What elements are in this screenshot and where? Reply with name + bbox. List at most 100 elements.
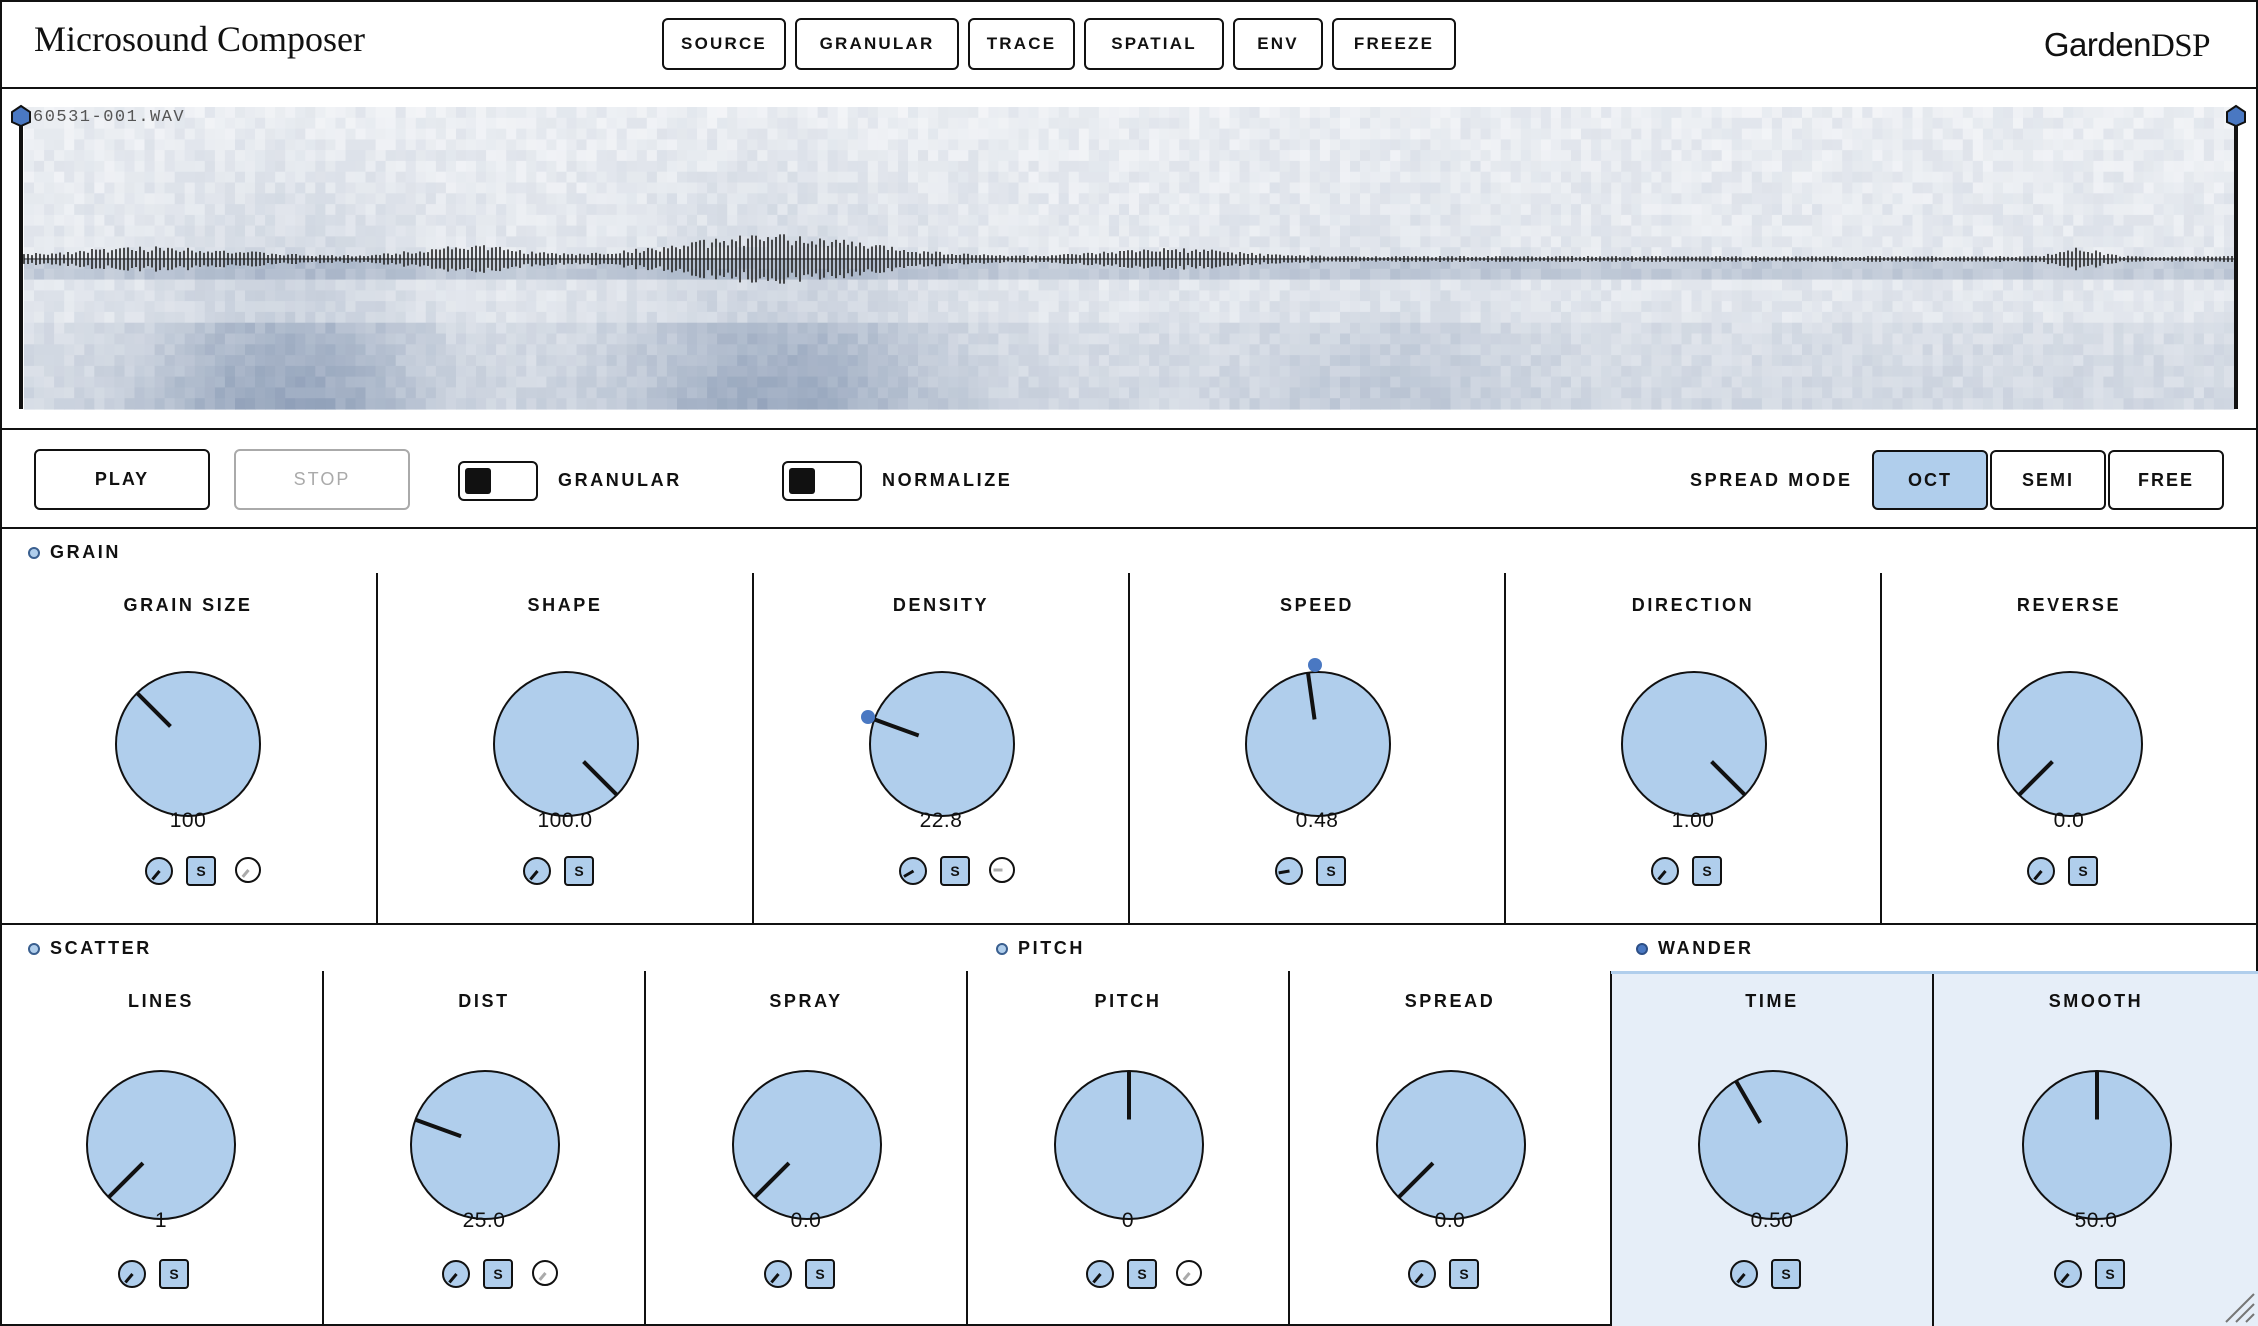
knob-pointer bbox=[874, 717, 920, 738]
solo-button[interactable]: S bbox=[159, 1259, 189, 1289]
brand-logo: GardenDSP bbox=[2043, 26, 2211, 65]
speed-knob[interactable] bbox=[1245, 671, 1391, 817]
section-title: GRAIN bbox=[50, 542, 121, 562]
spray-knob[interactable] bbox=[732, 1070, 882, 1220]
lines-knob[interactable] bbox=[86, 1070, 236, 1220]
extra-mod-knob[interactable] bbox=[989, 857, 1015, 883]
param-label: DENSITY bbox=[892, 595, 990, 615]
param-value: 100 bbox=[169, 809, 207, 832]
dist-knob[interactable] bbox=[410, 1070, 560, 1220]
shape-knob[interactable] bbox=[493, 671, 639, 817]
knob-pointer bbox=[1127, 1071, 1131, 1120]
solo-button[interactable]: S bbox=[1316, 856, 1346, 886]
shape-control: SHAPE 100.0 S bbox=[376, 573, 752, 923]
mod-amount-knob[interactable] bbox=[118, 1260, 146, 1288]
solo-button[interactable]: S bbox=[2068, 856, 2098, 886]
param-label: SMOOTH bbox=[2048, 991, 2144, 1011]
pitch-control: PITCH 0 S bbox=[966, 971, 1288, 1326]
param-value: 1 bbox=[154, 1209, 168, 1232]
waveform-display[interactable]: 60531-001.WAV bbox=[0, 89, 2258, 430]
knob-pointer bbox=[107, 1161, 145, 1199]
solo-button[interactable]: S bbox=[186, 856, 216, 886]
knob-pointer bbox=[582, 760, 618, 796]
extra-mod-knob[interactable] bbox=[1176, 1260, 1202, 1286]
reverse-knob[interactable] bbox=[1997, 671, 2143, 817]
solo-button[interactable]: S bbox=[2095, 1259, 2125, 1289]
solo-button[interactable]: S bbox=[1692, 856, 1722, 886]
knob-pointer bbox=[123, 1273, 134, 1284]
smooth-knob[interactable] bbox=[2022, 1070, 2172, 1220]
tab-source[interactable]: SOURCE bbox=[662, 18, 786, 70]
density-knob[interactable] bbox=[869, 671, 1015, 817]
solo-button[interactable]: S bbox=[1127, 1259, 1157, 1289]
solo-button[interactable]: S bbox=[940, 856, 970, 886]
grain-size-knob[interactable] bbox=[115, 671, 261, 817]
tab-spatial[interactable]: SPATIAL bbox=[1084, 18, 1224, 70]
tab-env[interactable]: ENV bbox=[1233, 18, 1323, 70]
pitch-knob[interactable] bbox=[1054, 1070, 1204, 1220]
knob-pointer bbox=[1710, 760, 1746, 796]
mod-amount-knob[interactable] bbox=[523, 857, 551, 885]
density-control: DENSITY 22.8 S bbox=[752, 573, 1128, 923]
knob-pointer bbox=[528, 870, 539, 881]
knob-pointer bbox=[902, 869, 914, 878]
grain-section-header: GRAIN bbox=[28, 542, 121, 563]
param-value: 1.00 bbox=[1671, 809, 1715, 832]
time-knob[interactable] bbox=[1698, 1070, 1848, 1220]
param-value: 22.8 bbox=[919, 809, 963, 832]
extra-mod-knob[interactable] bbox=[532, 1260, 558, 1286]
tab-trace[interactable]: TRACE bbox=[968, 18, 1075, 70]
mod-amount-knob[interactable] bbox=[1275, 857, 1303, 885]
transport-bar: PLAY STOP GRANULAR NORMALIZE SPREAD MODE… bbox=[0, 430, 2258, 529]
mod-amount-knob[interactable] bbox=[2054, 1260, 2082, 1288]
resize-grip-icon[interactable] bbox=[2222, 1290, 2256, 1324]
mod-amount-knob[interactable] bbox=[1086, 1260, 1114, 1288]
spread-mode-free[interactable]: FREE bbox=[2108, 450, 2224, 510]
normalize-toggle[interactable] bbox=[782, 461, 862, 501]
wander-highlight-line bbox=[1611, 971, 2258, 974]
mod-amount-knob[interactable] bbox=[1730, 1260, 1758, 1288]
spread-mode-semi[interactable]: SEMI bbox=[1990, 450, 2106, 510]
section-led-icon bbox=[28, 942, 40, 955]
solo-button[interactable]: S bbox=[1771, 1259, 1801, 1289]
section-title: SCATTER bbox=[50, 938, 152, 958]
tab-granular[interactable]: GRANULAR bbox=[795, 18, 959, 70]
stop-button[interactable]: STOP bbox=[234, 449, 410, 510]
param-value: 100.0 bbox=[537, 809, 593, 832]
play-button[interactable]: PLAY bbox=[34, 449, 210, 510]
extra-mod-knob[interactable] bbox=[235, 857, 261, 883]
knob-pointer bbox=[1091, 1273, 1102, 1284]
tab-freeze[interactable]: FREEZE bbox=[1332, 18, 1456, 70]
param-label: LINES bbox=[127, 991, 194, 1011]
mod-amount-knob[interactable] bbox=[899, 857, 927, 885]
direction-knob[interactable] bbox=[1621, 671, 1767, 817]
tab-bar: SOURCE GRANULAR TRACE SPATIAL ENV FREEZE bbox=[662, 18, 1456, 70]
knob-pointer bbox=[1735, 1273, 1746, 1284]
mod-amount-knob[interactable] bbox=[442, 1260, 470, 1288]
knob-pointer bbox=[1397, 1161, 1435, 1199]
knob-pointer bbox=[1277, 869, 1290, 875]
solo-button[interactable]: S bbox=[483, 1259, 513, 1289]
mod-amount-knob[interactable] bbox=[1408, 1260, 1436, 1288]
knob-pointer bbox=[753, 1161, 791, 1199]
spread-mode-oct[interactable]: OCT bbox=[1872, 450, 1988, 510]
direction-control: DIRECTION 1.00 S bbox=[1504, 573, 1880, 923]
solo-button[interactable]: S bbox=[805, 1259, 835, 1289]
mod-amount-knob[interactable] bbox=[2027, 857, 2055, 885]
spread-control: SPREAD 0.0 S bbox=[1288, 971, 1610, 1326]
granular-toggle[interactable] bbox=[458, 461, 538, 501]
header: Microsound Composer SOURCE GRANULAR TRAC… bbox=[0, 0, 2258, 89]
mod-amount-knob[interactable] bbox=[1651, 857, 1679, 885]
solo-button[interactable]: S bbox=[564, 856, 594, 886]
file-name: 60531-001.WAV bbox=[33, 108, 186, 127]
speed-control: SPEED 0.48 S bbox=[1128, 573, 1504, 923]
mod-amount-knob[interactable] bbox=[764, 1260, 792, 1288]
knob-pointer bbox=[150, 870, 161, 881]
solo-button[interactable]: S bbox=[1449, 1259, 1479, 1289]
granular-label: GRANULAR bbox=[558, 470, 682, 490]
mod-amount-knob[interactable] bbox=[145, 857, 173, 885]
smooth-control: SMOOTH 50.0 S bbox=[1932, 971, 2258, 1326]
spread-knob[interactable] bbox=[1376, 1070, 1526, 1220]
param-value: 0.50 bbox=[1750, 1209, 1794, 1232]
brand-logo-part: Garden bbox=[2043, 26, 2152, 63]
